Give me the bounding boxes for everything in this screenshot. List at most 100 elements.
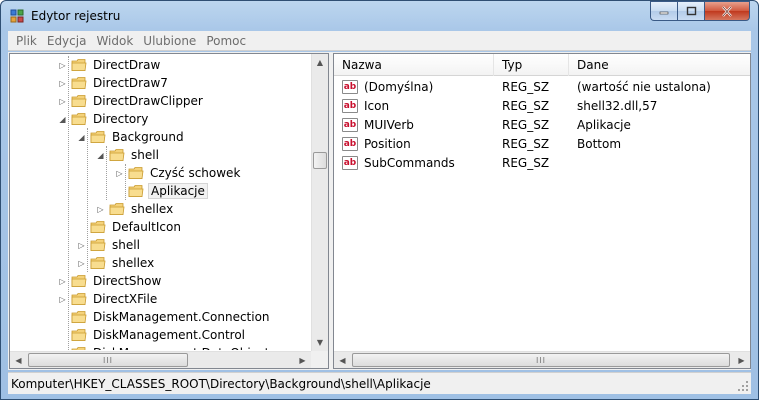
tree-node-label: DiskManagement.Control	[93, 328, 246, 342]
folder-icon	[90, 238, 106, 252]
scroll-right-arrow[interactable]: ▶	[733, 352, 750, 368]
scroll-right-arrow[interactable]: ▶	[294, 352, 311, 368]
values-horizontal-scrollbar[interactable]: ◀ III ▶	[334, 351, 750, 368]
tree-guide-line	[68, 56, 69, 350]
folder-icon	[71, 76, 87, 90]
tree-node[interactable]: ◢ Directory	[58, 110, 150, 128]
tree-node[interactable]: ◢ Background	[77, 128, 186, 146]
value-name: Icon	[364, 99, 390, 113]
folder-icon	[71, 94, 87, 108]
title-bar[interactable]: Edytor rejestru	[1, 1, 758, 31]
tree-node[interactable]: DiskManagement.DataObject	[58, 344, 271, 350]
resize-grip-icon[interactable]	[737, 380, 749, 392]
string-value-icon: ab	[342, 137, 358, 151]
value-row[interactable]: ab (Domyślna) REG_SZ (wartość nie ustalona)	[334, 78, 750, 97]
menu-plik[interactable]: Plik	[8, 34, 42, 48]
value-row[interactable]: ab SubCommands REG_SZ	[334, 154, 750, 173]
tree-node[interactable]: DefaultIcon	[77, 218, 183, 236]
main-content: ▷ DirectDraw ▷ DirectDraw7 ▷ DirectDrawClippe…	[8, 52, 751, 370]
folder-icon	[71, 58, 87, 72]
value-row[interactable]: ab MUIVerb REG_SZ Aplikacje	[334, 116, 750, 135]
expanded-arrow-icon[interactable]: ◢	[96, 151, 105, 160]
string-value-icon: ab	[342, 156, 358, 170]
tree-hscroll-thumb[interactable]: III	[28, 353, 188, 367]
collapsed-arrow-icon[interactable]: ▷	[58, 97, 67, 106]
expanded-arrow-icon[interactable]: ◢	[77, 133, 86, 142]
tree-node-label: shell	[112, 238, 140, 252]
column-header-data[interactable]: Dane	[569, 54, 750, 76]
maximize-button[interactable]	[677, 1, 704, 21]
tree-node-label: Aplikacje	[148, 183, 208, 199]
tree-node[interactable]: ▷ shellex	[96, 200, 175, 218]
collapsed-arrow-icon[interactable]: ▷	[58, 79, 67, 88]
collapsed-arrow-icon[interactable]: ▷	[58, 61, 67, 70]
window-title: Edytor rejestru	[31, 9, 121, 23]
key-tree-pane[interactable]: ▷ DirectDraw ▷ DirectDraw7 ▷ DirectDrawClippe…	[9, 53, 329, 369]
folder-icon	[128, 184, 144, 198]
tree-node[interactable]: Aplikacje	[115, 182, 208, 200]
minimize-icon	[659, 11, 669, 15]
value-name: (Domyślna)	[364, 80, 434, 94]
tree-node[interactable]: ▷ shellex	[77, 254, 156, 272]
tree-node-label: DirectShow	[93, 274, 162, 288]
collapsed-arrow-icon[interactable]: ▷	[77, 259, 86, 268]
window-controls	[650, 1, 750, 21]
tree-node[interactable]: ▷ DirectDraw	[58, 56, 162, 74]
column-header-type[interactable]: Typ	[494, 54, 569, 76]
folder-icon	[71, 112, 87, 126]
menu-pomoc[interactable]: Pomoc	[201, 34, 251, 48]
menu-edycja[interactable]: Edycja	[42, 34, 92, 48]
values-hscroll-thumb[interactable]: III	[352, 353, 730, 367]
value-name: SubCommands	[364, 156, 455, 170]
tree-node[interactable]: ▷ DirectDrawClipper	[58, 92, 205, 110]
collapsed-arrow-icon[interactable]: ▷	[58, 295, 67, 304]
scrollbar-corner	[311, 351, 328, 368]
column-header-name[interactable]: Nazwa	[334, 54, 494, 76]
tree-vertical-scrollbar[interactable]: ▲ ▼	[311, 54, 328, 351]
value-row[interactable]: ab Position REG_SZ Bottom	[334, 135, 750, 154]
expanded-arrow-icon[interactable]: ◢	[58, 115, 67, 124]
collapsed-arrow-icon[interactable]: ▷	[58, 277, 67, 286]
value-data: Aplikacje	[577, 118, 631, 132]
close-icon	[722, 5, 732, 17]
tree-node-label: DiskManagement.Connection	[93, 310, 270, 324]
tree-node[interactable]: ▷ Czyść schowek	[115, 164, 242, 182]
close-button[interactable]	[704, 1, 750, 21]
tree-node[interactable]: ▷ DirectDraw7	[58, 74, 170, 92]
tree-node[interactable]: ▷ DirectXFile	[58, 290, 159, 308]
value-row[interactable]: ab Icon REG_SZ shell32.dll,57	[334, 97, 750, 116]
key-tree: ▷ DirectDraw ▷ DirectDraw7 ▷ DirectDrawClippe…	[10, 56, 312, 350]
string-value-icon: ab	[342, 118, 358, 132]
value-name: Position	[364, 137, 411, 151]
scroll-left-arrow[interactable]: ◀	[334, 352, 351, 368]
collapsed-arrow-icon[interactable]: ▷	[96, 205, 105, 214]
values-list-pane[interactable]: Nazwa Typ Dane ab (Domyślna) REG_SZ (wartoś…	[333, 53, 751, 369]
menu-ulubione[interactable]: Ulubione	[138, 34, 201, 48]
value-type: REG_SZ	[502, 99, 550, 113]
tree-node-label: shellex	[112, 256, 155, 270]
tree-node-label: DirectDraw	[93, 58, 161, 72]
collapsed-arrow-icon[interactable]: ▷	[115, 169, 124, 178]
maximize-icon	[686, 6, 696, 16]
tree-node-label: Directory	[93, 112, 149, 126]
scroll-down-arrow[interactable]: ▼	[312, 334, 328, 351]
tree-horizontal-scrollbar[interactable]: ◀ III ▶	[10, 351, 311, 368]
tree-node[interactable]: DiskManagement.Control	[58, 326, 247, 344]
scroll-left-arrow[interactable]: ◀	[10, 352, 27, 368]
tree-node[interactable]: ▷ DirectShow	[58, 272, 163, 290]
values-list-header: Nazwa Typ Dane	[334, 54, 750, 76]
tree-node[interactable]: DiskManagement.Connection	[58, 308, 272, 326]
folder-icon	[71, 292, 87, 306]
status-bar: Komputer\HKEY_CLASSES_ROOT\Directory\Bac…	[8, 372, 751, 394]
folder-icon	[90, 256, 106, 270]
tree-node-label: Background	[112, 130, 184, 144]
minimize-button[interactable]	[650, 1, 677, 21]
tree-node-label: DirectDrawClipper	[93, 94, 203, 108]
registry-editor-window: Edytor rejestru Plik Edycja Widok Ulubio…	[0, 0, 759, 400]
menu-widok[interactable]: Widok	[91, 34, 138, 48]
scroll-up-arrow[interactable]: ▲	[312, 54, 328, 71]
collapsed-arrow-icon[interactable]: ▷	[77, 241, 86, 250]
tree-vscroll-thumb[interactable]	[313, 152, 327, 169]
